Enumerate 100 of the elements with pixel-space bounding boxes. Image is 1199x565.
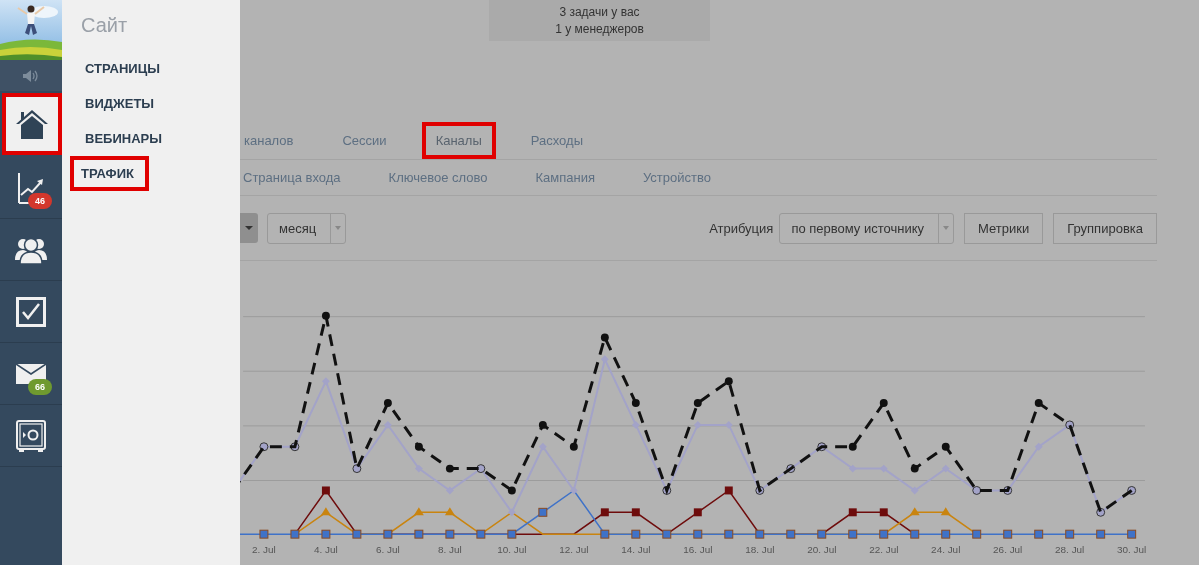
data-point [693, 399, 702, 408]
data-point [724, 377, 733, 386]
data-point [476, 529, 486, 539]
tab[interactable]: каналов [244, 122, 308, 160]
data-point [1065, 420, 1075, 430]
mail-icon [16, 363, 46, 384]
data-point [848, 529, 858, 539]
data-point [444, 507, 455, 516]
sub-tab[interactable]: Устройство [643, 170, 711, 186]
axis-label: 4. Jul [314, 544, 338, 556]
data-point [1096, 507, 1106, 517]
data-point [1127, 486, 1137, 495]
toolbar-button[interactable]: Группировка [1053, 212, 1157, 244]
data-point [413, 507, 424, 516]
axis-label: 20. Jul [807, 544, 837, 556]
data-point [321, 529, 331, 539]
data-point [445, 529, 455, 539]
menu-item[interactable]: ВЕБИНАРЫ [73, 121, 174, 156]
data-point [383, 399, 392, 408]
data-point [724, 421, 733, 429]
data-point [352, 464, 362, 474]
checkbox-icon [16, 296, 46, 327]
data-point [538, 507, 548, 517]
data-point [600, 508, 609, 517]
data-point [259, 442, 269, 452]
data-point [259, 529, 269, 539]
home-icon [15, 109, 49, 139]
data-point [631, 529, 641, 539]
data-point [352, 529, 362, 539]
select-field[interactable]: по первому источнику [779, 212, 954, 244]
data-point [941, 529, 951, 539]
data-point [755, 529, 765, 539]
data-point [600, 333, 609, 342]
data-point [538, 421, 547, 429]
data-point [879, 529, 889, 539]
data-point [569, 442, 578, 451]
data-point [538, 442, 547, 451]
data-point [600, 355, 609, 364]
data-point [909, 507, 920, 516]
sub-tab[interactable]: Кампания [535, 170, 595, 186]
data-point [1034, 529, 1044, 539]
menu-item[interactable]: СТРАНИЦЫ [73, 51, 172, 86]
data-point [1127, 529, 1137, 539]
data-point [321, 311, 330, 320]
data-point [972, 529, 982, 539]
data-point [1096, 529, 1106, 539]
nav-tile[interactable]: 66 [0, 343, 62, 405]
data-point [848, 508, 857, 517]
data-point [383, 529, 393, 539]
data-point [910, 529, 920, 539]
data-point [662, 486, 672, 495]
menu-item[interactable]: ТРАФИК [70, 156, 149, 191]
data-point [879, 508, 888, 517]
data-point [817, 529, 827, 539]
count-badge: 46 [28, 193, 52, 209]
data-point [848, 442, 857, 451]
data-point [445, 464, 454, 473]
data-point [600, 529, 610, 539]
data-point [414, 529, 424, 539]
data-point [941, 442, 950, 451]
tab[interactable]: Сессии [328, 122, 401, 160]
sub-tab[interactable]: Страница входа [243, 170, 341, 186]
select-field[interactable]: месяц [267, 212, 347, 244]
axis-label: 2. Jul [252, 544, 276, 556]
notice-text: 3 задачи у вас [559, 4, 640, 19]
axis-label: 22. Jul [869, 544, 899, 556]
data-point [507, 486, 516, 495]
data-point [631, 399, 640, 408]
data-point [320, 507, 331, 516]
data-point [290, 442, 300, 452]
tab[interactable]: Расходы [516, 122, 597, 160]
data-point [507, 508, 516, 517]
count-badge: 66 [28, 379, 52, 395]
data-point [569, 486, 578, 495]
data-point [693, 508, 702, 517]
data-point [476, 464, 486, 474]
data-point [786, 464, 796, 474]
menu-item[interactable]: ВИДЖЕТЫ [73, 86, 167, 121]
data-point [693, 529, 703, 539]
data-point [414, 442, 423, 451]
sub-tab[interactable]: Ключевое слово [388, 170, 488, 186]
dropdown[interactable] [240, 213, 258, 244]
toolbar-button[interactable]: Метрики [964, 212, 1044, 244]
data-point [1034, 399, 1043, 408]
axis-label: 28. Jul [1055, 544, 1085, 556]
data-point [786, 529, 796, 539]
data-point [290, 529, 300, 539]
safe-icon [16, 419, 46, 452]
data-point [631, 421, 640, 429]
axis-label: 16. Jul [683, 544, 713, 556]
notice-text: 1 у менеджеров [555, 21, 644, 36]
tab[interactable]: Каналы [421, 122, 496, 160]
axis-label: 26. Jul [993, 544, 1023, 556]
axis-label: 8. Jul [438, 544, 462, 556]
data-point [817, 442, 827, 452]
nav-tile[interactable] [2, 93, 62, 155]
data-point [693, 421, 702, 429]
axis-label: 30. Jul [1117, 544, 1147, 556]
axis-label: 12. Jul [559, 544, 589, 556]
data-point [1065, 529, 1075, 539]
